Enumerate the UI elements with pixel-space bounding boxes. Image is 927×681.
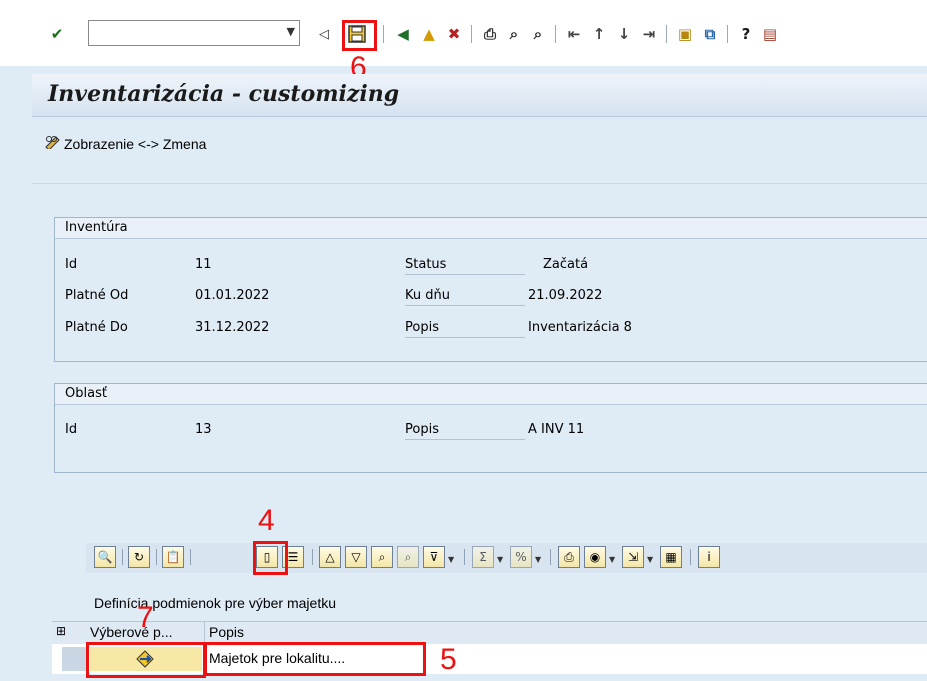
alv-toolbar: 🔍 ↻ 📋 ▯ ☰ △ ▽ ⌕ ⌕ ⊽ ▼ Σ ▼ % ▼ ⎙ ◉ ▼ ⇲ ▼ …	[86, 543, 927, 573]
oblast-header: Oblasť	[55, 384, 927, 405]
annotation-5: 5	[440, 643, 457, 676]
layout-grid-icon[interactable]: ▦	[660, 546, 682, 568]
prev-page-icon[interactable]: ↑	[589, 24, 609, 44]
platne-do-value: 31.12.2022	[195, 320, 270, 335]
find-icon[interactable]: ⌕	[371, 546, 393, 568]
platne-do-label: Platné Do	[65, 320, 128, 335]
new-session-icon[interactable]: ▣	[675, 24, 695, 44]
column-header-vyberove[interactable]: Výberové p...	[90, 624, 173, 640]
subtotal-icon[interactable]: %	[510, 546, 532, 568]
status-value: Začatá	[543, 257, 589, 272]
views-icon[interactable]: ◉	[584, 546, 606, 568]
filter-dropdown-icon[interactable]: ▼	[448, 555, 454, 564]
chevron-down-icon[interactable]: ▼	[287, 25, 295, 38]
cancel-icon[interactable]: ✖	[444, 24, 464, 44]
popis-label: Popis	[405, 320, 525, 338]
find-next-icon[interactable]: ⌕	[397, 546, 419, 568]
display-change-label: Zobrazenie <-> Zmena	[64, 136, 207, 152]
sort-asc-icon[interactable]: △	[319, 546, 341, 568]
oblast-group: Oblasť Id 13 Popis A INV 11	[54, 383, 927, 473]
pencil-glasses-icon	[44, 135, 62, 153]
select-all-icon[interactable]: ⊞	[56, 624, 66, 638]
annotation-box-4	[253, 541, 288, 575]
layout-icon[interactable]: ▤	[760, 24, 780, 44]
page-title: Inventarizácia - customizing	[48, 81, 400, 107]
ku-dnu-label: Ku dňu	[405, 288, 525, 306]
inventura-group: Inventúra Id 11 Status Začatá Platné Od …	[54, 217, 927, 362]
title-bar: Inventarizácia - customizing	[32, 74, 927, 117]
print-icon[interactable]: ⎙	[558, 546, 580, 568]
find-next-icon[interactable]: ⌕	[528, 24, 548, 44]
command-field[interactable]: ▼	[88, 20, 300, 46]
next-page-icon[interactable]: ↓	[614, 24, 634, 44]
first-page-icon[interactable]: ⇤	[564, 24, 584, 44]
info-icon[interactable]: i	[698, 546, 720, 568]
alv-title-row: Definícia podmienok pre výber majetku	[86, 590, 927, 618]
id-value: 11	[195, 257, 212, 272]
last-page-icon[interactable]: ⇥	[639, 24, 659, 44]
platne-od-value: 01.01.2022	[195, 288, 270, 303]
export-dropdown-icon[interactable]: ▼	[647, 555, 653, 564]
export-icon[interactable]: ⇲	[622, 546, 644, 568]
annotation-box-5	[204, 642, 426, 676]
annotation-7: 7	[137, 601, 154, 634]
details-icon[interactable]: 🔍	[94, 546, 116, 568]
annotation-4: 4	[258, 504, 275, 537]
oblast-popis-label: Popis	[405, 422, 525, 440]
sum-icon[interactable]: Σ	[472, 546, 494, 568]
paste-icon[interactable]: 📋	[162, 546, 184, 568]
id-label: Id	[65, 257, 78, 272]
status-label: Status	[405, 257, 525, 275]
annotation-box-6	[342, 20, 377, 51]
ku-dnu-value: 21.09.2022	[528, 288, 603, 303]
sum-dropdown-icon[interactable]: ▼	[497, 555, 503, 564]
filter-icon[interactable]: ⊽	[423, 546, 445, 568]
sort-desc-icon[interactable]: ▽	[345, 546, 367, 568]
annotation-box-7	[86, 642, 206, 678]
system-toolbar: ✔ ▼ ◁ ◀ ▲ ✖ ⎙ ⌕ ⌕ ⇤ ↑ ↓ ⇥ ▣ ⧉ ? ▤	[0, 0, 927, 66]
alv-title: Definícia podmienok pre výber majetku	[94, 595, 337, 611]
exit-icon[interactable]: ▲	[419, 24, 439, 44]
command-input[interactable]	[93, 22, 277, 46]
oblast-popis-value: A INV 11	[528, 422, 585, 437]
subtotal-dropdown-icon[interactable]: ▼	[535, 555, 541, 564]
inventura-header: Inventúra	[55, 218, 927, 239]
display-change-button[interactable]: Zobrazenie <-> Zmena	[44, 135, 206, 153]
views-dropdown-icon[interactable]: ▼	[609, 555, 615, 564]
checkmark-icon[interactable]: ✔	[47, 24, 67, 44]
platne-od-label: Platné Od	[65, 288, 129, 303]
popis-value: Inventarizácia 8	[528, 320, 632, 335]
column-header-popis[interactable]: Popis	[209, 624, 244, 640]
application-toolbar: Zobrazenie <-> Zmena	[32, 117, 927, 171]
shortcut-icon[interactable]: ⧉	[700, 24, 720, 44]
help-icon[interactable]: ?	[736, 24, 756, 44]
oblast-id-value: 13	[195, 422, 212, 437]
print-icon[interactable]: ⎙	[480, 24, 500, 44]
back-icon[interactable]: ◀	[393, 24, 413, 44]
refresh-icon[interactable]: ↻	[128, 546, 150, 568]
oblast-id-label: Id	[65, 422, 78, 437]
row-selector[interactable]	[62, 647, 88, 671]
find-icon[interactable]: ⌕	[504, 24, 524, 44]
triangle-left-icon[interactable]: ◁	[314, 24, 334, 44]
